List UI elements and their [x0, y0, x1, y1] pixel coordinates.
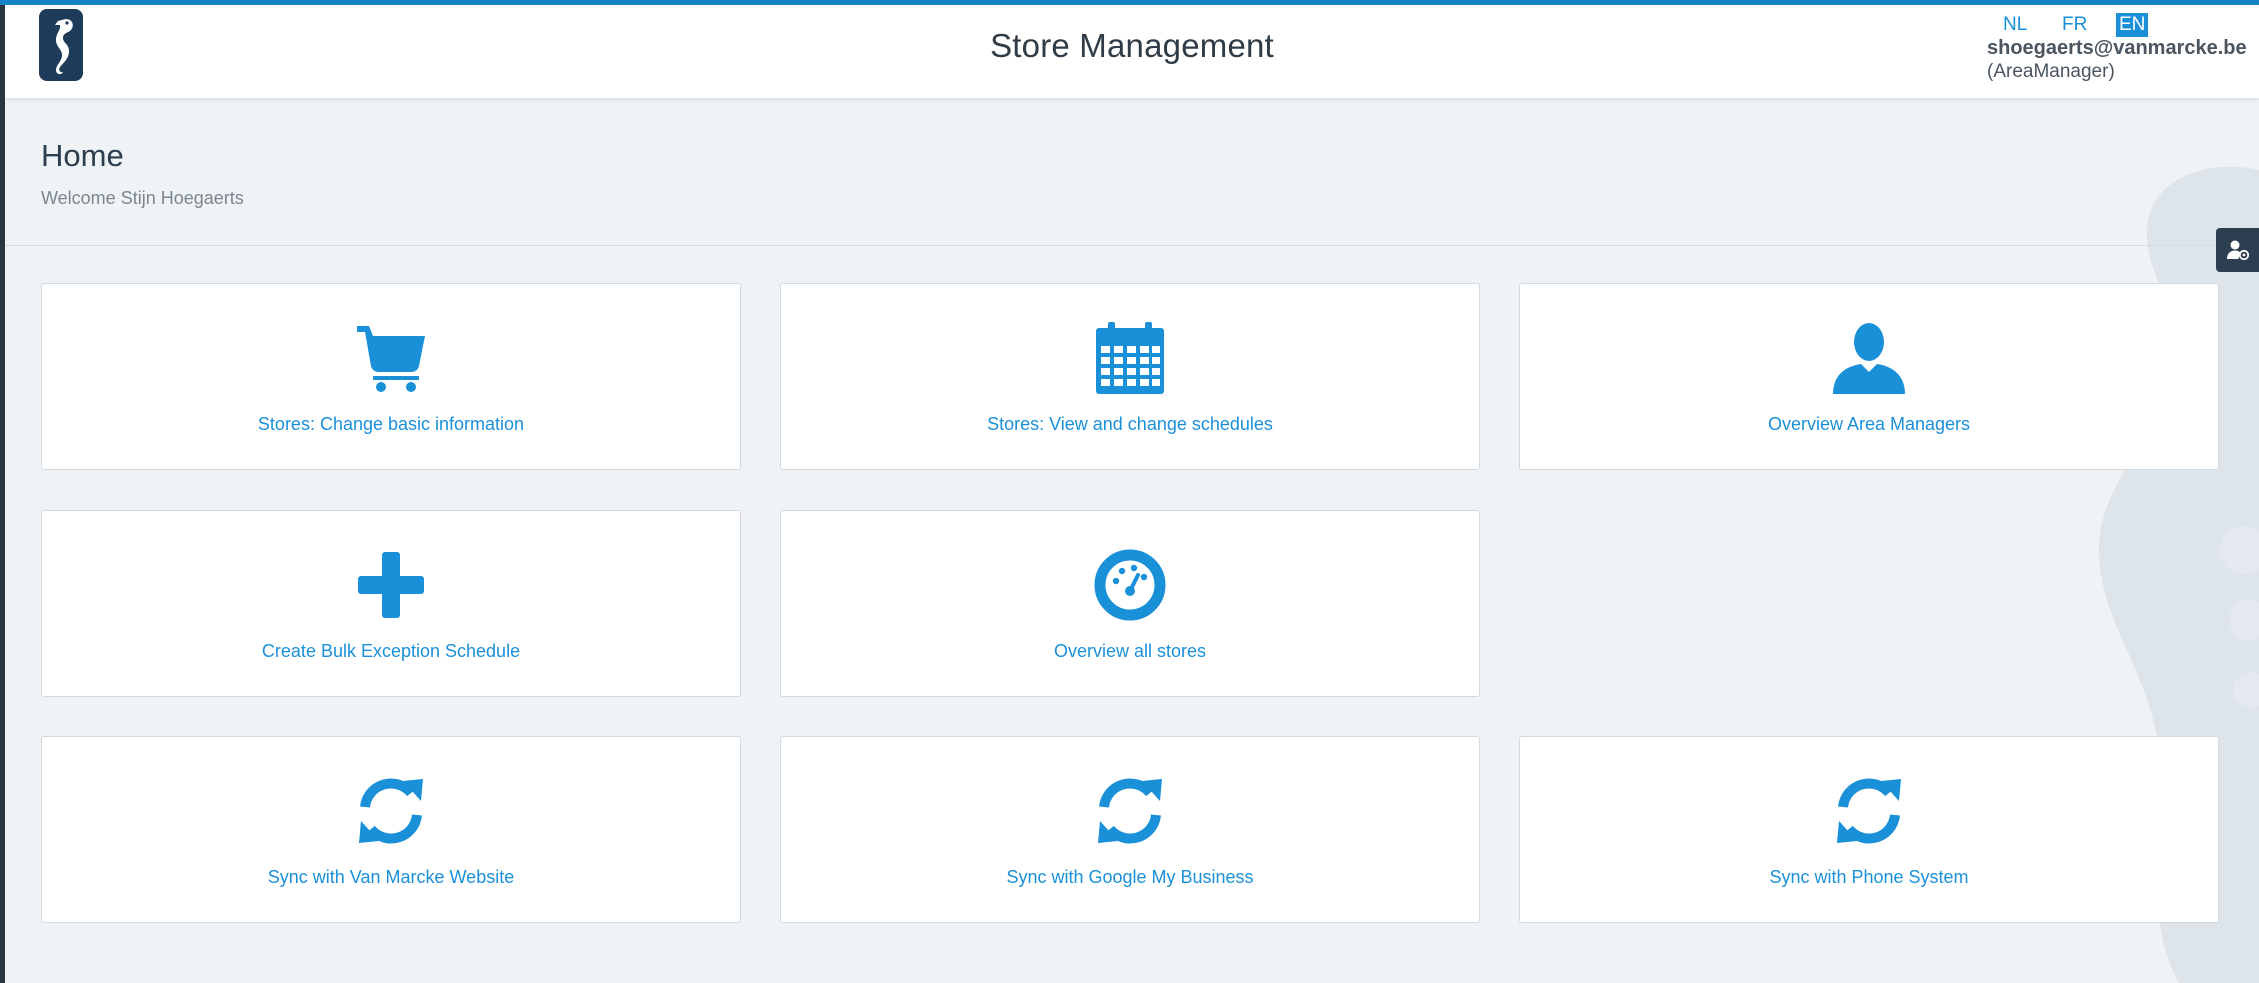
window-left-edge: [0, 0, 5, 983]
tile-label: Create Bulk Exception Schedule: [261, 641, 521, 661]
tile-overview-all-stores[interactable]: Overview all stores: [780, 510, 1480, 697]
dashboard-icon: [1094, 549, 1166, 621]
header-divider: [5, 245, 2259, 246]
language-en-link-active[interactable]: EN: [2116, 13, 2149, 37]
tile-create-bulk-exception-schedule[interactable]: Create Bulk Exception Schedule: [41, 510, 741, 697]
tile-label: Stores: View and change schedules: [987, 414, 1273, 434]
tile-label: Sync with Google My Business: [1006, 867, 1254, 887]
user-email: shoegaerts@vanmarcke.be: [1987, 37, 2247, 59]
app-title: Store Management: [990, 27, 1274, 64]
tile-sync-phone-system[interactable]: Sync with Phone System: [1519, 736, 2219, 923]
page-header: Home Welcome Stijn Hoegaerts: [41, 138, 244, 209]
user-settings-side-tab[interactable]: [2216, 228, 2259, 272]
shopping-cart-icon: [357, 326, 425, 392]
top-accent-bar: [0, 0, 2259, 5]
plus-icon: [358, 552, 424, 618]
welcome-message: Welcome Stijn Hoegaerts: [41, 188, 244, 208]
top-header: Store Management NL FR EN shoegaerts@van…: [5, 5, 2259, 99]
language-nl-link[interactable]: NL: [2000, 13, 2030, 37]
refresh-icon: [1098, 778, 1162, 844]
language-fr-link[interactable]: FR: [2059, 13, 2090, 37]
refresh-icon: [359, 778, 423, 844]
user-icon: [1833, 323, 1905, 394]
tile-label: Overview Area Managers: [1767, 414, 1971, 434]
tile-label: Overview all stores: [1053, 641, 1207, 661]
tile-label: Stores: Change basic information: [257, 414, 525, 434]
tile-sync-google-my-business[interactable]: Sync with Google My Business: [780, 736, 1480, 923]
tile-label: Sync with Phone System: [1769, 867, 1969, 887]
calendar-icon: [1096, 322, 1164, 394]
user-settings-icon: [2226, 240, 2249, 261]
refresh-icon: [1837, 778, 1901, 844]
tile-stores-view-change-schedules[interactable]: Stores: View and change schedules: [780, 283, 1480, 470]
page-title: Home: [41, 138, 124, 173]
tile-sync-van-marcke-website[interactable]: Sync with Van Marcke Website: [41, 736, 741, 923]
tile-stores-change-basic-info[interactable]: Stores: Change basic information: [41, 283, 741, 470]
user-role: (AreaManager): [1987, 61, 2115, 82]
tile-label: Sync with Van Marcke Website: [267, 867, 515, 887]
tile-overview-area-managers[interactable]: Overview Area Managers: [1519, 283, 2219, 470]
